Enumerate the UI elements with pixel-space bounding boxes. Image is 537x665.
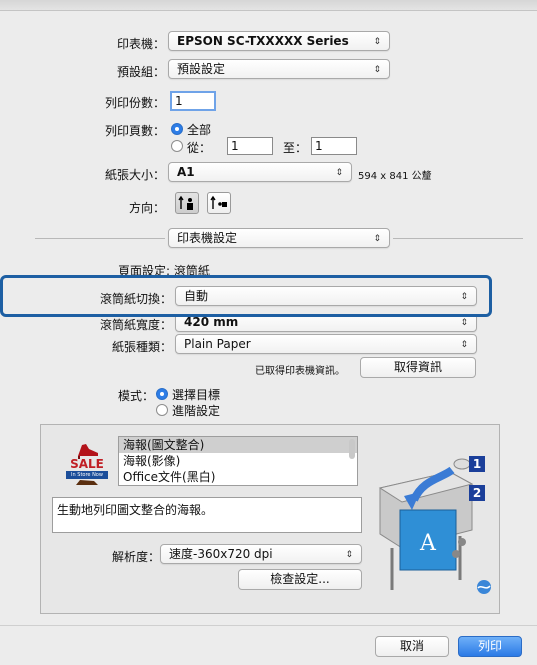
paper-size-value: A1 [177, 165, 195, 179]
pages-to-label: 至： [283, 141, 308, 155]
popup-arrows-icon: ⇕ [373, 234, 381, 244]
paper-size-popup[interactable]: A1 ⇕ [168, 162, 352, 182]
popup-arrows-icon: ⇕ [345, 550, 353, 560]
target-description: 生動地列印圖文整合的海報。 [52, 497, 362, 533]
step-badge-1: 1 [469, 456, 485, 472]
mode-target-radio[interactable] [156, 388, 168, 400]
roll-cut-value: 自動 [184, 289, 209, 303]
presets-label: 預設組： [116, 65, 165, 79]
sale-text: SALE [70, 457, 104, 471]
media-type-label: 紙張種類： [111, 340, 172, 354]
landscape-button[interactable] [207, 192, 231, 214]
printer-info-status: 已取得印表機資訊。 [255, 366, 345, 377]
svg-text:A: A [419, 531, 437, 556]
printer-label: 印表機： [116, 37, 165, 51]
pages-from-radio[interactable] [171, 140, 183, 152]
roll-width-value: 420 mm [184, 315, 239, 329]
list-item[interactable]: 海報(圖文整合) [119, 437, 357, 453]
roll-cut-popup[interactable]: 自動 ⇕ [175, 286, 477, 306]
paper-dimension: 594 x 841 公釐 [358, 171, 432, 182]
popup-arrows-icon: ⇕ [373, 37, 381, 47]
portrait-button[interactable] [175, 192, 199, 214]
copies-label: 列印份數： [104, 96, 165, 110]
media-type-popup[interactable]: Plain Paper ⇕ [175, 334, 477, 354]
popup-arrows-icon: ⇕ [335, 168, 343, 178]
popup-arrows-icon: ⇕ [373, 65, 381, 75]
step-badge-2: 2 [469, 485, 485, 501]
pages-from-label: 從： [187, 141, 212, 155]
copies-field[interactable]: 1 [170, 91, 216, 111]
printer-popup[interactable]: EPSON SC-TXXXXX Series ⇕ [168, 31, 390, 51]
divider-left [35, 238, 165, 239]
popup-arrows-icon: ⇕ [460, 292, 468, 302]
window-top-edge [0, 0, 537, 11]
pages-from-field[interactable]: 1 [227, 137, 273, 155]
section-popup[interactable]: 印表機設定 ⇕ [168, 228, 390, 248]
pages-to-field[interactable]: 1 [311, 137, 357, 155]
orientation-label: 方向： [128, 201, 165, 215]
portrait-icon [178, 195, 193, 210]
mode-advanced-radio[interactable] [156, 404, 168, 416]
landscape-icon [210, 195, 227, 209]
resolution-popup[interactable]: 速度-360x720 dpi ⇕ [160, 544, 362, 564]
get-info-button[interactable]: 取得資訊 [360, 357, 476, 378]
list-item[interactable]: 海報(影像) [119, 453, 357, 469]
list-item[interactable]: Office文件(黑白) [119, 469, 357, 485]
media-type-value: Plain Paper [184, 337, 251, 351]
mode-label: 模式： [117, 389, 154, 403]
presets-value: 預設設定 [177, 62, 226, 76]
printer-value: EPSON SC-TXXXXX Series [177, 34, 349, 48]
printer-illustration: A [378, 458, 491, 594]
sale-badge-image: SALE In Store Now [64, 440, 110, 485]
popup-arrows-icon: ⇕ [460, 340, 468, 350]
list-scrollbar[interactable] [349, 439, 355, 459]
pages-all-label: 全部 [187, 123, 212, 137]
section-value: 印表機設定 [177, 231, 238, 245]
mode-target-label: 選擇目標 [172, 388, 221, 402]
pages-all-radio[interactable] [171, 123, 183, 135]
presets-popup[interactable]: 預設設定 ⇕ [168, 59, 390, 79]
roll-width-label: 滾筒紙寬度： [99, 318, 172, 332]
resolution-label: 解析度： [111, 550, 160, 564]
shoe-icon [76, 480, 98, 485]
pages-label: 列印頁數： [104, 124, 165, 138]
printer-preview: A 1 2 [372, 450, 494, 600]
cancel-button[interactable]: 取消 [375, 636, 449, 657]
check-settings-button[interactable]: 檢查設定... [238, 569, 362, 590]
paper-size-label: 紙張大小： [104, 168, 165, 182]
sale-subtext: In Store Now [66, 471, 108, 479]
resolution-value: 速度-360x720 dpi [169, 547, 273, 561]
footer-divider [0, 625, 537, 626]
print-button[interactable]: 列印 [458, 636, 522, 657]
mode-advanced-label: 進階設定 [172, 404, 221, 418]
divider-right [393, 238, 523, 239]
roll-cut-label: 滾筒紙切換： [99, 292, 172, 306]
target-list[interactable]: 海報(圖文整合) 海報(影像) Office文件(黑白) [118, 436, 358, 486]
